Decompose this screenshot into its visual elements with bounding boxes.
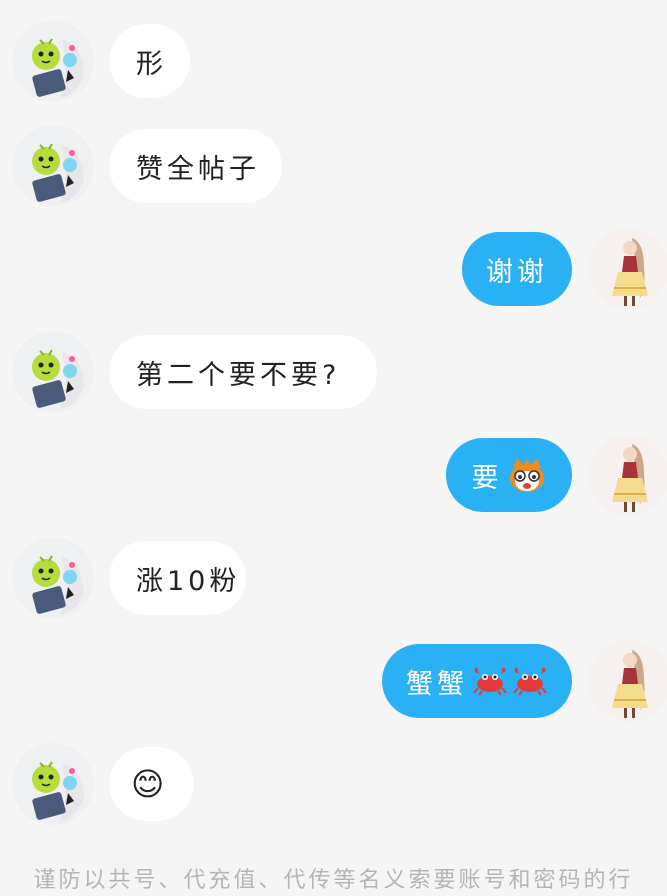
crab-icon (473, 667, 507, 696)
incoming-message-bubble[interactable]: 涨10粉 (109, 541, 246, 615)
user-avatar[interactable] (588, 640, 667, 722)
contact-avatar-image (12, 20, 94, 102)
message-row: 要 (0, 434, 667, 516)
message-text: 形 (136, 48, 167, 80)
chat-view: 形 赞全帖子 谢谢 第二个要不要? 要 涨10粉 蟹蟹 😊 谨防以共号、代充值、… (0, 0, 667, 896)
message-row: 蟹蟹 (0, 640, 667, 722)
cartoon-face-icon (509, 458, 544, 492)
message-row: 涨10粉 (0, 537, 667, 619)
contact-avatar[interactable] (12, 20, 94, 102)
contact-avatar-image (12, 331, 94, 413)
message-row: 😊 (0, 743, 667, 825)
incoming-message-bubble[interactable]: 第二个要不要? (109, 335, 377, 409)
contact-avatar[interactable] (12, 537, 94, 619)
contact-avatar-image (12, 537, 94, 619)
incoming-message-bubble[interactable]: 😊 (109, 747, 194, 821)
message-row: 形 (0, 20, 667, 102)
user-avatar[interactable] (588, 228, 667, 310)
incoming-message-bubble[interactable]: 形 (109, 24, 190, 98)
crab-icon (513, 667, 547, 696)
contact-avatar[interactable] (12, 743, 94, 825)
user-avatar-image (588, 228, 667, 310)
safety-notice: 谨防以共号、代充值、代传等名义索要账号和密码的行 (33, 868, 634, 893)
contact-avatar[interactable] (12, 125, 94, 207)
user-avatar-image (588, 640, 667, 722)
user-avatar[interactable] (588, 434, 667, 516)
user-avatar-image (588, 434, 667, 516)
outgoing-message-bubble[interactable]: 谢谢 (462, 232, 572, 306)
contact-avatar-image (12, 125, 94, 207)
message-row: 谢谢 (0, 228, 667, 310)
smiling-face-emoji: 😊 (131, 765, 169, 803)
outgoing-message-bubble[interactable]: 要 (446, 438, 572, 512)
message-row: 赞全帖子 (0, 125, 667, 207)
contact-avatar-image (12, 743, 94, 825)
message-text: 第二个要不要? (136, 359, 341, 391)
outgoing-message-bubble[interactable]: 蟹蟹 (382, 644, 572, 718)
contact-avatar[interactable] (12, 331, 94, 413)
message-text: 谢谢 (486, 256, 548, 288)
incoming-message-bubble[interactable]: 赞全帖子 (109, 129, 282, 203)
message-text: 要 (471, 462, 503, 494)
message-text: 蟹蟹 (406, 668, 468, 700)
message-text: 涨10粉 (136, 565, 241, 597)
message-text: 赞全帖子 (136, 153, 260, 185)
message-row: 第二个要不要? (0, 331, 667, 413)
